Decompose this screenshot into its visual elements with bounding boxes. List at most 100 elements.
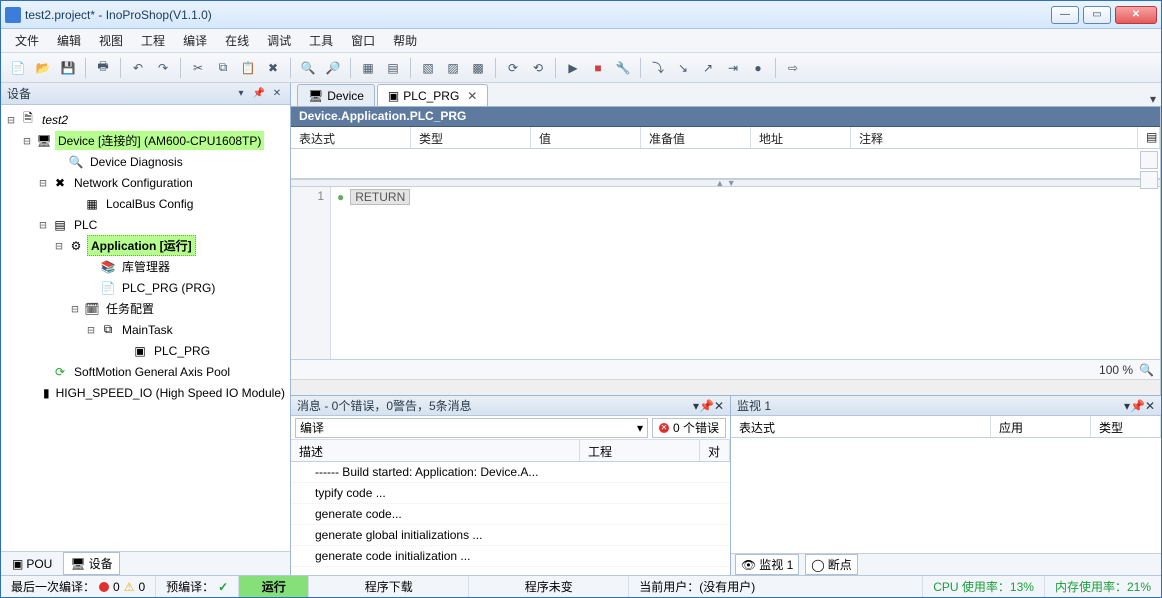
step-out-icon[interactable]: ↗ <box>697 57 719 79</box>
tree-plc[interactable]: PLC <box>71 217 100 233</box>
watch-tab-1[interactable]: 👁监视 1 <box>735 554 799 575</box>
watch-col-expr[interactable]: 表达式 <box>731 416 991 437</box>
tree-netcfg[interactable]: Network Configuration <box>71 175 196 191</box>
tab-plc-prg[interactable]: ▣PLC_PRG✕ <box>377 84 488 106</box>
stop-icon[interactable]: ■ <box>587 57 609 79</box>
var-table-body[interactable] <box>291 149 1160 179</box>
col-expr[interactable]: 表达式 <box>291 127 411 148</box>
zoom-fit-icon[interactable]: 🔍 <box>1139 363 1154 377</box>
message-row[interactable]: typify code ... <box>291 483 730 504</box>
step-over-icon[interactable]: ⤵ <box>647 57 669 79</box>
watch-close-icon[interactable]: ✕ <box>1145 399 1155 413</box>
pou-tab[interactable]: ▣POU <box>5 554 59 574</box>
menu-online[interactable]: 在线 <box>217 29 257 52</box>
watch-body[interactable] <box>731 438 1161 553</box>
run-icon[interactable]: ▶ <box>562 57 584 79</box>
menu-view[interactable]: 视图 <box>91 29 131 52</box>
tool5-icon[interactable]: ▩ <box>467 57 489 79</box>
col-type[interactable]: 类型 <box>411 127 531 148</box>
msg-close-icon[interactable]: ✕ <box>714 399 724 413</box>
pin-icon[interactable]: 📌 <box>252 87 266 101</box>
msg-col-proj[interactable]: 工程 <box>580 440 700 461</box>
tool4-icon[interactable]: ▨ <box>442 57 464 79</box>
col-addr[interactable]: 地址 <box>751 127 851 148</box>
breakpoint-tab[interactable]: ◯断点 <box>805 554 857 575</box>
menu-file[interactable]: 文件 <box>7 29 47 52</box>
find-replace-icon[interactable]: 🔎 <box>322 57 344 79</box>
close-button[interactable]: ✕ <box>1115 6 1157 24</box>
undo-icon[interactable]: ↶ <box>127 57 149 79</box>
cut-icon[interactable]: ✂ <box>187 57 209 79</box>
maximize-button[interactable]: ▭ <box>1083 6 1111 24</box>
tree-prgdecl[interactable]: PLC_PRG (PRG) <box>119 280 218 296</box>
step-into-icon[interactable]: ↘ <box>672 57 694 79</box>
tree-maintask[interactable]: MainTask <box>119 322 176 338</box>
menu-edit[interactable]: 编辑 <box>49 29 89 52</box>
tab-device[interactable]: 🖥Device <box>297 84 375 106</box>
open-icon[interactable]: 📂 <box>32 57 54 79</box>
col-value[interactable]: 值 <box>531 127 641 148</box>
copy-icon[interactable]: ⧉ <box>212 57 234 79</box>
tree-taskcfg[interactable]: 任务配置 <box>103 299 157 318</box>
watch-col-type[interactable]: 类型 <box>1091 416 1161 437</box>
tree-diag[interactable]: Device Diagnosis <box>87 154 186 170</box>
error-count-button[interactable]: ✕0 个错误 <box>652 418 726 438</box>
tabs-dropdown-icon[interactable]: ▾ <box>1145 92 1161 106</box>
tool-icon[interactable]: ▦ <box>357 57 379 79</box>
wrench-icon[interactable]: 🔧 <box>612 57 634 79</box>
msg-col-obj[interactable]: 对 <box>700 440 730 461</box>
print-icon[interactable]: 🖶 <box>92 57 114 79</box>
col-prep[interactable]: 准备值 <box>641 127 751 148</box>
step-icon[interactable]: ⇥ <box>722 57 744 79</box>
tool3-icon[interactable]: ▧ <box>417 57 439 79</box>
tree-hsio[interactable]: HIGH_SPEED_IO (High Speed IO Module) <box>53 385 288 401</box>
messages-list[interactable]: ------ Build started: Application: Devic… <box>291 462 730 575</box>
tree-app[interactable]: Application [运行] <box>87 235 196 256</box>
watch-pin-icon[interactable]: 📌 <box>1130 399 1145 413</box>
device-tree[interactable]: ⊟🗎test2 ⊟🖥Device [连接的] (AM600-CPU1608TP)… <box>1 105 290 551</box>
code-editor[interactable]: ●RETURN <box>331 187 1160 359</box>
tree-device[interactable]: Device [连接的] (AM600-CPU1608TP) <box>55 131 264 150</box>
save-icon[interactable]: 💾 <box>57 57 79 79</box>
menu-tools[interactable]: 工具 <box>301 29 341 52</box>
tree-libmgr[interactable]: 库管理器 <box>119 257 173 276</box>
tree-root[interactable]: test2 <box>39 112 71 128</box>
message-row[interactable]: generate global initializations ... <box>291 525 730 546</box>
tree-softmotion[interactable]: SoftMotion General Axis Pool <box>71 364 233 380</box>
message-row[interactable]: generate code... <box>291 504 730 525</box>
message-row[interactable]: ------ Build started: Application: Devic… <box>291 462 730 483</box>
close-panel-icon[interactable]: ✕ <box>270 87 284 101</box>
col-config-icon[interactable]: ▤ <box>1138 127 1160 148</box>
msg-pin-icon[interactable]: 📌 <box>699 399 714 413</box>
message-row[interactable]: generate code initialization ... <box>291 546 730 567</box>
menu-help[interactable]: 帮助 <box>385 29 425 52</box>
new-icon[interactable]: 📄 <box>7 57 29 79</box>
delete-icon[interactable]: ✖ <box>262 57 284 79</box>
splitter-icon[interactable]: ▲ ▼ <box>291 179 1160 187</box>
tab-close-icon[interactable]: ✕ <box>467 89 477 103</box>
menu-build[interactable]: 编译 <box>175 29 215 52</box>
h-scrollbar[interactable] <box>291 379 1160 395</box>
bp-icon[interactable]: ● <box>747 57 769 79</box>
login-icon[interactable]: ⟳ <box>502 57 524 79</box>
find-icon[interactable]: 🔍 <box>297 57 319 79</box>
device-tab[interactable]: 🖥设备 <box>63 552 119 575</box>
tree-prgcall[interactable]: PLC_PRG <box>151 343 213 359</box>
tree-localbus[interactable]: LocalBus Config <box>103 196 196 212</box>
more-icon[interactable]: ⇨ <box>782 57 804 79</box>
menu-project[interactable]: 工程 <box>133 29 173 52</box>
menu-debug[interactable]: 调试 <box>259 29 299 52</box>
messages-filter-combo[interactable]: 编译▾ <box>295 418 648 438</box>
col-comment[interactable]: 注释 <box>851 127 1138 148</box>
logout-icon[interactable]: ⟲ <box>527 57 549 79</box>
vartable-tool1-icon[interactable] <box>1140 151 1158 169</box>
minimize-button[interactable]: — <box>1051 6 1079 24</box>
watch-col-app[interactable]: 应用 <box>991 416 1091 437</box>
redo-icon[interactable]: ↷ <box>152 57 174 79</box>
dropdown-icon[interactable]: ▾ <box>234 87 248 101</box>
tool2-icon[interactable]: ▤ <box>382 57 404 79</box>
menu-window[interactable]: 窗口 <box>343 29 383 52</box>
msg-col-desc[interactable]: 描述 <box>291 440 580 461</box>
network-icon: ✖ <box>52 175 68 191</box>
paste-icon[interactable]: 📋 <box>237 57 259 79</box>
